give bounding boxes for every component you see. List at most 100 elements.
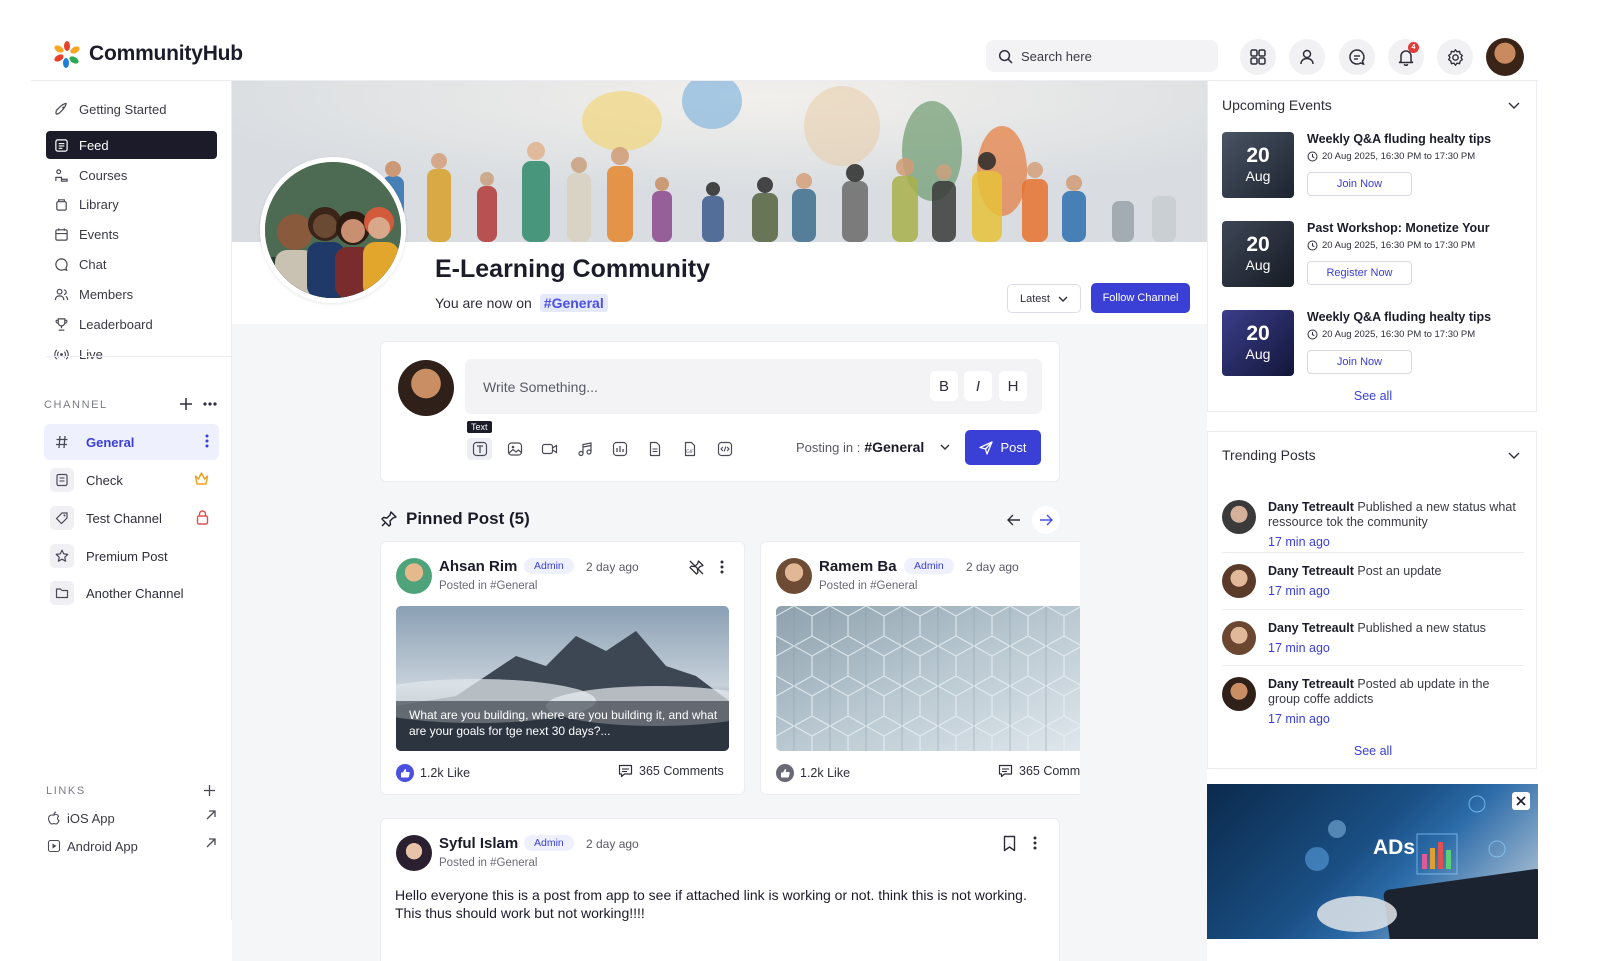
link-android-app[interactable]: Android App xyxy=(47,835,217,857)
post-button[interactable]: Post xyxy=(965,430,1041,465)
link-ios-app[interactable]: iOS App xyxy=(47,807,217,829)
messages-button[interactable] xyxy=(1339,39,1375,75)
add-channel-icon[interactable] xyxy=(179,397,193,411)
post-image[interactable] xyxy=(776,606,1080,751)
gif-tool-button[interactable]: GIF xyxy=(677,438,702,460)
nav-members[interactable]: Members xyxy=(46,280,217,308)
nav-events[interactable]: Events xyxy=(46,220,217,248)
apps-grid-button[interactable] xyxy=(1240,39,1276,75)
write-box[interactable]: B I H xyxy=(465,359,1042,414)
brand[interactable]: CommunityHub xyxy=(53,40,243,68)
divider xyxy=(1222,665,1524,666)
channel-check[interactable]: Check xyxy=(44,462,219,498)
sort-dropdown[interactable]: Latest xyxy=(1007,284,1081,313)
heading-button[interactable]: H xyxy=(999,371,1027,401)
poll-tool-button[interactable] xyxy=(607,438,632,460)
more-horizontal-icon[interactable] xyxy=(203,401,217,407)
crown-icon xyxy=(194,472,209,485)
unpin-icon[interactable] xyxy=(688,559,705,576)
text-tool-button[interactable] xyxy=(467,438,492,460)
author-avatar[interactable] xyxy=(396,835,432,871)
more-vertical-icon[interactable] xyxy=(720,560,724,574)
image-icon xyxy=(507,442,522,456)
see-all-events-link[interactable]: See all xyxy=(1208,389,1538,403)
right-sidebar: Upcoming Events 20 Aug Weekly Q&A fludin… xyxy=(1207,81,1538,961)
search-bar[interactable] xyxy=(986,40,1218,72)
add-link-icon[interactable] xyxy=(203,784,216,797)
more-vertical-icon[interactable] xyxy=(1033,836,1037,850)
pinned-post-card[interactable]: Ramem Ba Admin 2 day ago Posted in #Gene… xyxy=(760,541,1080,795)
search-input[interactable] xyxy=(1021,48,1201,64)
like-count[interactable]: 1.2k Like xyxy=(396,764,470,782)
like-label: 1.2k Like xyxy=(800,766,851,780)
event-thumbnail[interactable]: 20 Aug xyxy=(1222,132,1294,198)
clock-icon xyxy=(1307,240,1318,251)
document-tool-button[interactable] xyxy=(642,438,667,460)
image-tool-button[interactable] xyxy=(502,438,527,460)
nav-getting-started[interactable]: Getting Started xyxy=(46,95,217,123)
external-link-icon xyxy=(206,838,216,848)
like-label: 1.2k Like xyxy=(420,766,471,780)
pinned-prev-button[interactable] xyxy=(1000,506,1028,534)
video-tool-button[interactable] xyxy=(537,438,562,460)
nav-courses[interactable]: Courses xyxy=(46,161,217,189)
post-input[interactable] xyxy=(483,378,903,395)
channel-tag[interactable]: #General xyxy=(539,294,608,312)
channel-another-channel[interactable]: Another Channel xyxy=(44,575,219,611)
profile-button[interactable] xyxy=(1289,39,1325,75)
advertisement-banner[interactable]: ADs xyxy=(1207,784,1538,939)
chevron-down-icon[interactable] xyxy=(1508,452,1520,459)
author-avatar[interactable] xyxy=(776,558,812,594)
embed-tool-button[interactable] xyxy=(712,438,737,460)
like-count[interactable]: 1.2k Like xyxy=(776,764,850,782)
trending-post-text: Dany Tetreault Published a new status 17 … xyxy=(1268,621,1522,656)
join-now-button[interactable]: Join Now xyxy=(1307,172,1412,196)
comments-count[interactable]: 365 Comments xyxy=(998,764,1080,778)
nav-library[interactable]: Library xyxy=(46,190,217,218)
posting-in-selector[interactable]: Posting in : #General xyxy=(796,439,950,455)
follow-channel-button[interactable]: Follow Channel xyxy=(1091,283,1190,313)
notifications-button[interactable]: 4 xyxy=(1388,39,1424,75)
close-ad-button[interactable] xyxy=(1512,792,1530,810)
author-name[interactable]: Ahsan Rim xyxy=(439,558,517,575)
register-now-button[interactable]: Register Now xyxy=(1307,261,1412,285)
nav-live[interactable]: Live xyxy=(46,340,217,368)
trending-time: 17 min ago xyxy=(1268,712,1330,726)
music-icon xyxy=(577,442,592,457)
trending-time: 17 min ago xyxy=(1268,641,1330,655)
checklist-icon xyxy=(50,468,74,492)
event-title[interactable]: Past Workshop: Monetize Your xyxy=(1307,221,1490,235)
join-now-button[interactable]: Join Now xyxy=(1307,350,1412,374)
event-title[interactable]: Weekly Q&A fluding healty tips xyxy=(1307,132,1491,146)
italic-button[interactable]: I xyxy=(964,371,992,401)
comments-count[interactable]: 365 Comments xyxy=(618,764,724,778)
channel-general[interactable]: General xyxy=(44,424,219,460)
post-image[interactable]: What are you building, where are you bui… xyxy=(396,606,729,751)
see-all-trending-link[interactable]: See all xyxy=(1208,744,1538,758)
author-avatar[interactable] xyxy=(396,558,432,594)
channel-premium-post[interactable]: Premium Post xyxy=(44,538,219,574)
channel-test-channel[interactable]: Test Channel xyxy=(44,500,219,536)
author-name[interactable]: Syful Islam xyxy=(439,835,518,852)
pinned-post-card[interactable]: Ahsan Rim Admin 2 day ago Posted in #Gen… xyxy=(380,541,745,795)
channel-more-icon[interactable] xyxy=(205,434,209,448)
author-name[interactable]: Ramem Ba xyxy=(819,558,897,575)
pinned-next-button[interactable] xyxy=(1032,506,1060,534)
bookmark-icon[interactable] xyxy=(1003,835,1016,852)
nav-feed[interactable]: Feed xyxy=(46,131,217,159)
nav-chat[interactable]: Chat xyxy=(46,250,217,278)
event-title[interactable]: Weekly Q&A fluding healty tips xyxy=(1307,310,1491,324)
text-icon xyxy=(472,441,487,457)
settings-button[interactable] xyxy=(1437,39,1473,75)
calendar-icon xyxy=(55,227,68,241)
user-avatar[interactable] xyxy=(1486,38,1524,76)
audio-tool-button[interactable] xyxy=(572,438,597,460)
now-on-label: You are now on xyxy=(435,295,532,311)
event-thumbnail[interactable]: 20 Aug xyxy=(1222,221,1294,287)
chevron-down-icon[interactable] xyxy=(1508,102,1520,109)
nav-leaderboard[interactable]: Leaderboard xyxy=(46,310,217,338)
live-icon xyxy=(54,348,69,360)
event-thumbnail[interactable]: 20 Aug xyxy=(1222,310,1294,376)
main-content: E-Learning Community You are now on #Gen… xyxy=(232,81,1207,961)
bold-button[interactable]: B xyxy=(930,371,958,401)
